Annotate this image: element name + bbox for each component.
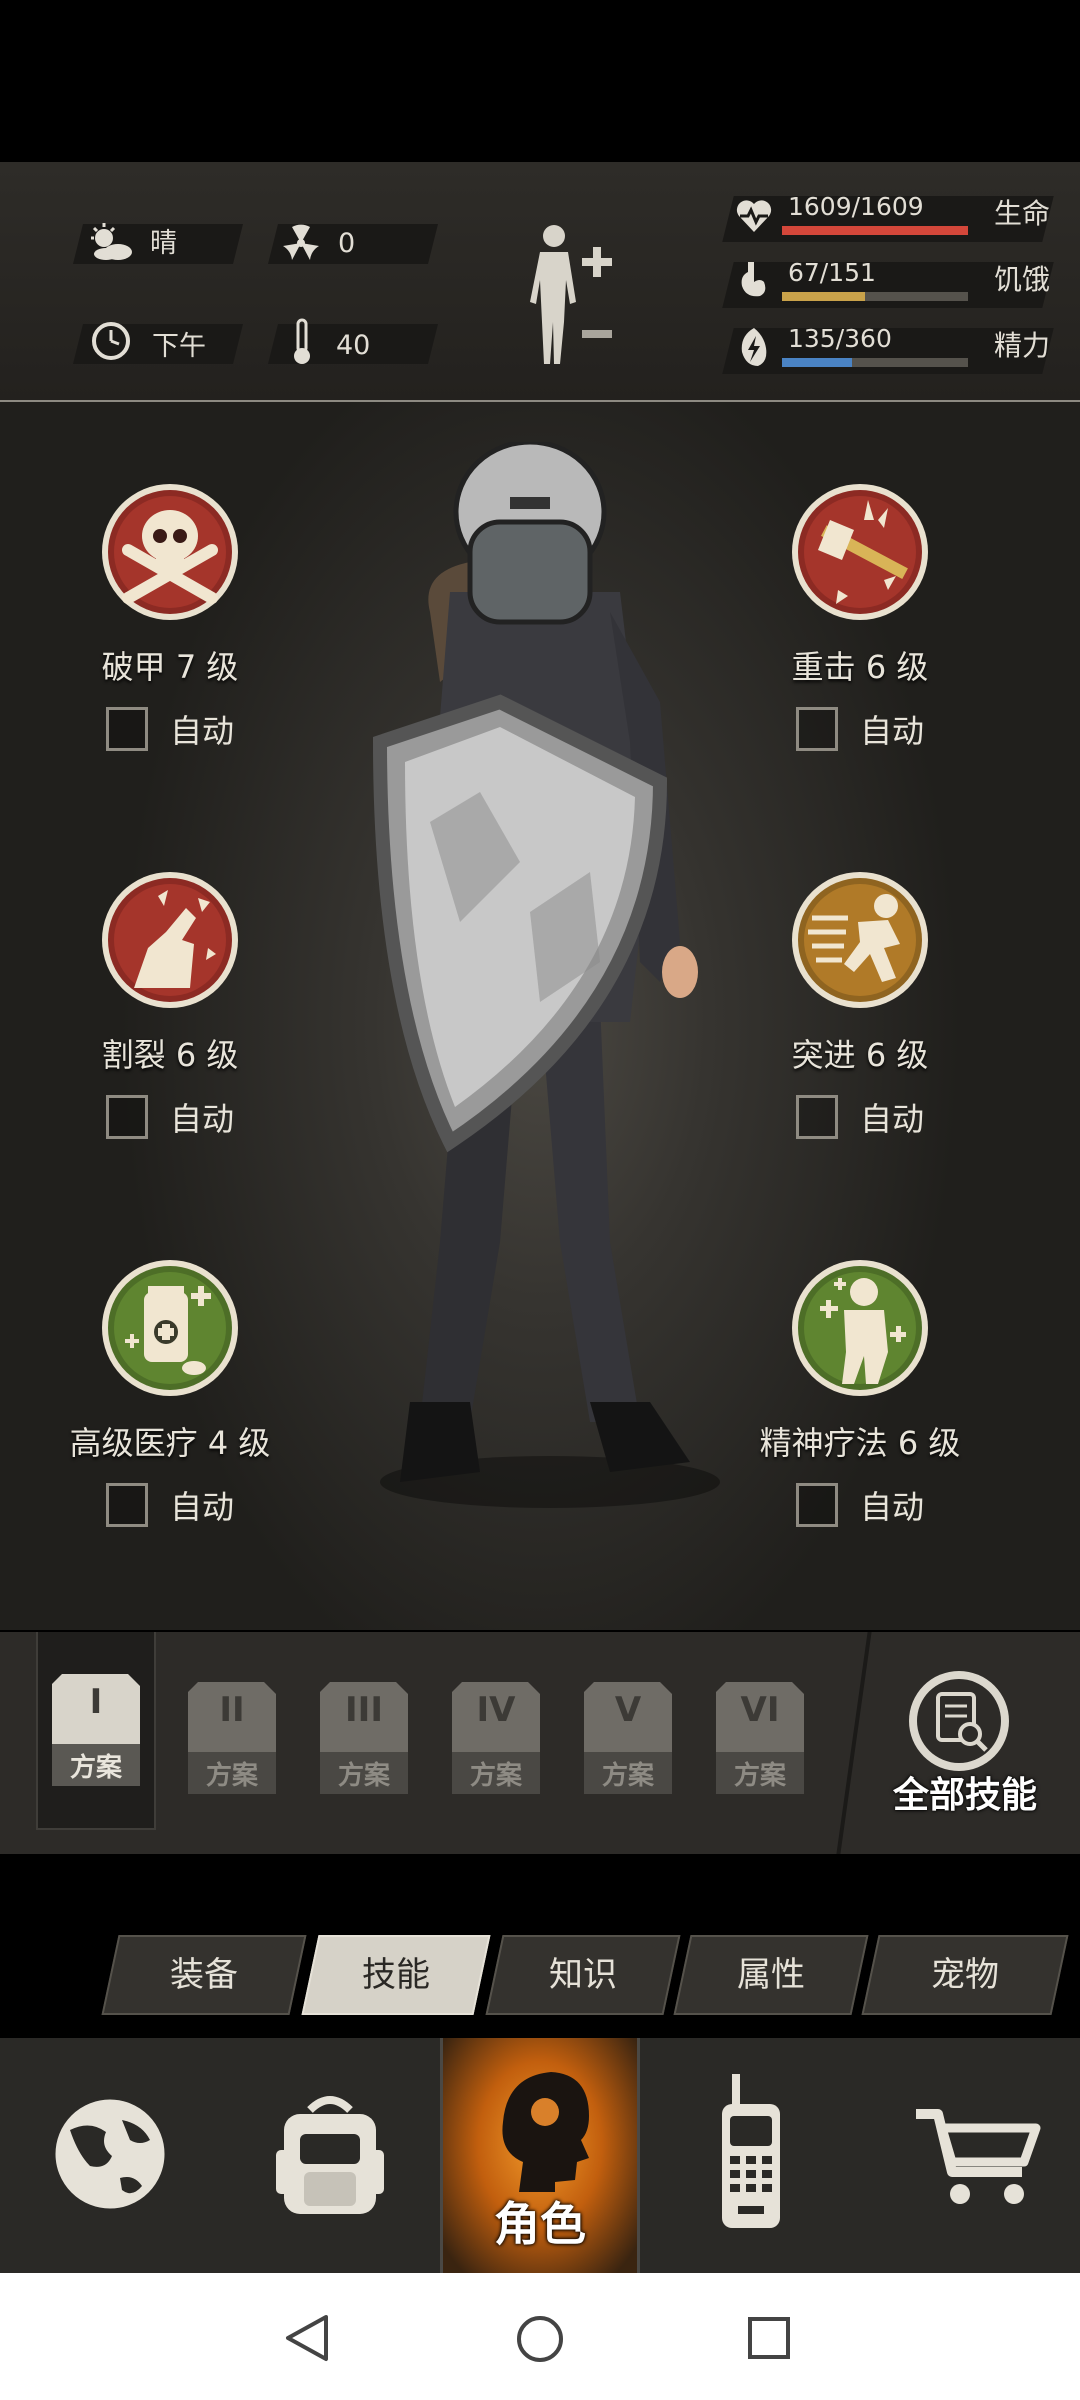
nav-world-button[interactable] [0, 2038, 220, 2273]
body-plus-minus-icon[interactable] [520, 222, 620, 372]
skill-armor-break[interactable]: 破甲 7 级 自动 [40, 480, 300, 752]
clock-icon [92, 322, 130, 360]
plan-roman: V [614, 1690, 642, 1730]
character-figure[interactable] [360, 442, 720, 1512]
nav-radio-button[interactable] [640, 2038, 860, 2273]
plan-bar: I 方案 II 方案 III 方案 IV 方案 V 方案 VI 方案 全部技能 [0, 1632, 1080, 1854]
auto-label: 自动 [169, 1488, 234, 1526]
skill-name: 破甲 7 级 [101, 648, 239, 686]
plan-6-button[interactable]: VI 方案 [712, 1678, 808, 1798]
stomach-icon [741, 262, 766, 297]
skill-name: 突进 6 级 [791, 1036, 929, 1074]
plan-roman: II [219, 1690, 245, 1730]
document-search-icon [909, 1671, 1009, 1771]
auto-label: 自动 [169, 712, 234, 750]
plan-roman: IV [476, 1690, 516, 1730]
torn-hand-icon[interactable] [98, 868, 242, 1032]
skill-heavy-strike[interactable]: 重击 6 级 自动 [730, 480, 990, 752]
back-triangle-icon[interactable] [282, 2313, 332, 2363]
health-value: 1609/1609 [788, 192, 924, 221]
skill-name: 高级医疗 4 级 [69, 1424, 271, 1462]
auto-label: 自动 [859, 1488, 924, 1526]
plan-label: 方案 [733, 1761, 786, 1791]
auto-checkbox[interactable] [105, 707, 148, 751]
auto-label: 自动 [859, 1100, 924, 1138]
skill-name: 割裂 6 级 [101, 1036, 239, 1074]
plan-2-button[interactable]: II 方案 [184, 1678, 280, 1798]
hunger-label: 饥饿 [994, 263, 1051, 296]
skill-lacerate[interactable]: 割裂 6 级 自动 [40, 868, 300, 1140]
cart-icon [916, 2109, 1041, 2204]
weather-text: 晴 [150, 228, 177, 259]
skill-name: 重击 6 级 [791, 648, 929, 686]
plan-5-button[interactable]: V 方案 [580, 1678, 676, 1798]
tab-equipment[interactable]: 装备 [110, 1935, 298, 2015]
medicine-bottle-icon[interactable] [98, 1256, 242, 1420]
nav-shop-button[interactable] [860, 2038, 1080, 2273]
auto-checkbox[interactable] [795, 1095, 838, 1139]
plan-roman: VI [740, 1690, 780, 1730]
plan-4-button[interactable]: IV 方案 [448, 1678, 544, 1798]
head-profile-icon [502, 2072, 589, 2192]
all-skills-label: 全部技能 [892, 1775, 1037, 1816]
energy-value: 135/360 [788, 324, 892, 353]
nav-character-button[interactable]: 角色 [440, 2038, 640, 2273]
sub-tabs: 装备 技能 知识 属性 宠物 [101, 1935, 1070, 2015]
status-panel: 晴 0 下午 40 1609/1609 生命 67/151 饥饿 135/360… [0, 162, 1080, 403]
energy-icon [741, 328, 767, 366]
skill-name: 精神疗法 6 级 [759, 1424, 961, 1462]
auto-checkbox[interactable] [795, 707, 838, 751]
hunger-value: 67/151 [788, 258, 876, 287]
time-of-day-text: 下午 [152, 331, 206, 362]
axe-strike-icon[interactable] [788, 480, 932, 644]
temperature-value: 40 [336, 330, 371, 361]
plan-roman: I [89, 1682, 103, 1722]
health-label: 生命 [994, 197, 1051, 230]
auto-checkbox[interactable] [105, 1095, 148, 1139]
dash-runner-icon[interactable] [788, 868, 932, 1032]
skill-charge[interactable]: 突进 6 级 自动 [730, 868, 990, 1140]
tab-attributes[interactable]: 属性 [682, 1935, 860, 2015]
healing-figure-icon[interactable] [788, 1256, 932, 1420]
health-bar [782, 226, 968, 235]
auto-checkbox[interactable] [105, 1483, 148, 1527]
skill-mind-therapy[interactable]: 精神疗法 6 级 自动 [730, 1256, 990, 1528]
hunger-bar [782, 292, 968, 301]
plan-label: 方案 [337, 1761, 390, 1791]
auto-label: 自动 [859, 712, 924, 750]
plan-label: 方案 [469, 1761, 522, 1791]
energy-bar [782, 358, 968, 367]
tab-pets[interactable]: 宠物 [870, 1935, 1060, 2015]
plan-roman: III [345, 1690, 383, 1730]
character-stage: 破甲 7 级 自动 重击 6 级 自动 割裂 6 级 自动 突进 6 级 自动 … [0, 402, 1080, 1630]
tab-knowledge[interactable]: 知识 [494, 1935, 672, 2015]
plan-label: 方案 [601, 1761, 654, 1791]
plan-3-button[interactable]: III 方案 [316, 1678, 412, 1798]
radiation-value: 0 [338, 228, 356, 259]
plan-label: 方案 [69, 1753, 122, 1783]
bottom-nav: 角色 [0, 2038, 1080, 2273]
weather-sun-icon [91, 223, 132, 260]
plan-divider [836, 1632, 872, 1854]
radiation-icon [283, 224, 319, 260]
walkie-talkie-icon [722, 2074, 780, 2228]
energy-label: 精力 [994, 329, 1051, 362]
globe-icon [52, 2096, 168, 2212]
recents-square-icon[interactable] [746, 2315, 792, 2361]
skull-crossbones-icon[interactable] [98, 480, 242, 644]
plan-1-button[interactable]: I 方案 [48, 1670, 144, 1790]
tab-skills[interactable]: 技能 [310, 1935, 482, 2015]
auto-label: 自动 [169, 1100, 234, 1138]
nav-backpack-button[interactable] [220, 2038, 440, 2273]
home-circle-icon[interactable] [514, 2313, 566, 2365]
system-nav-bar [0, 2273, 1080, 2400]
skill-advanced-medical[interactable]: 高级医疗 4 级 自动 [40, 1256, 300, 1528]
nav-character-label: 角色 [494, 2197, 586, 2251]
auto-checkbox[interactable] [795, 1483, 838, 1527]
backpack-icon [276, 2096, 384, 2214]
heart-icon [736, 200, 772, 232]
all-skills-button[interactable]: 全部技能 [870, 1666, 1060, 1826]
plan-label: 方案 [205, 1761, 258, 1791]
thermometer-icon [294, 318, 310, 364]
